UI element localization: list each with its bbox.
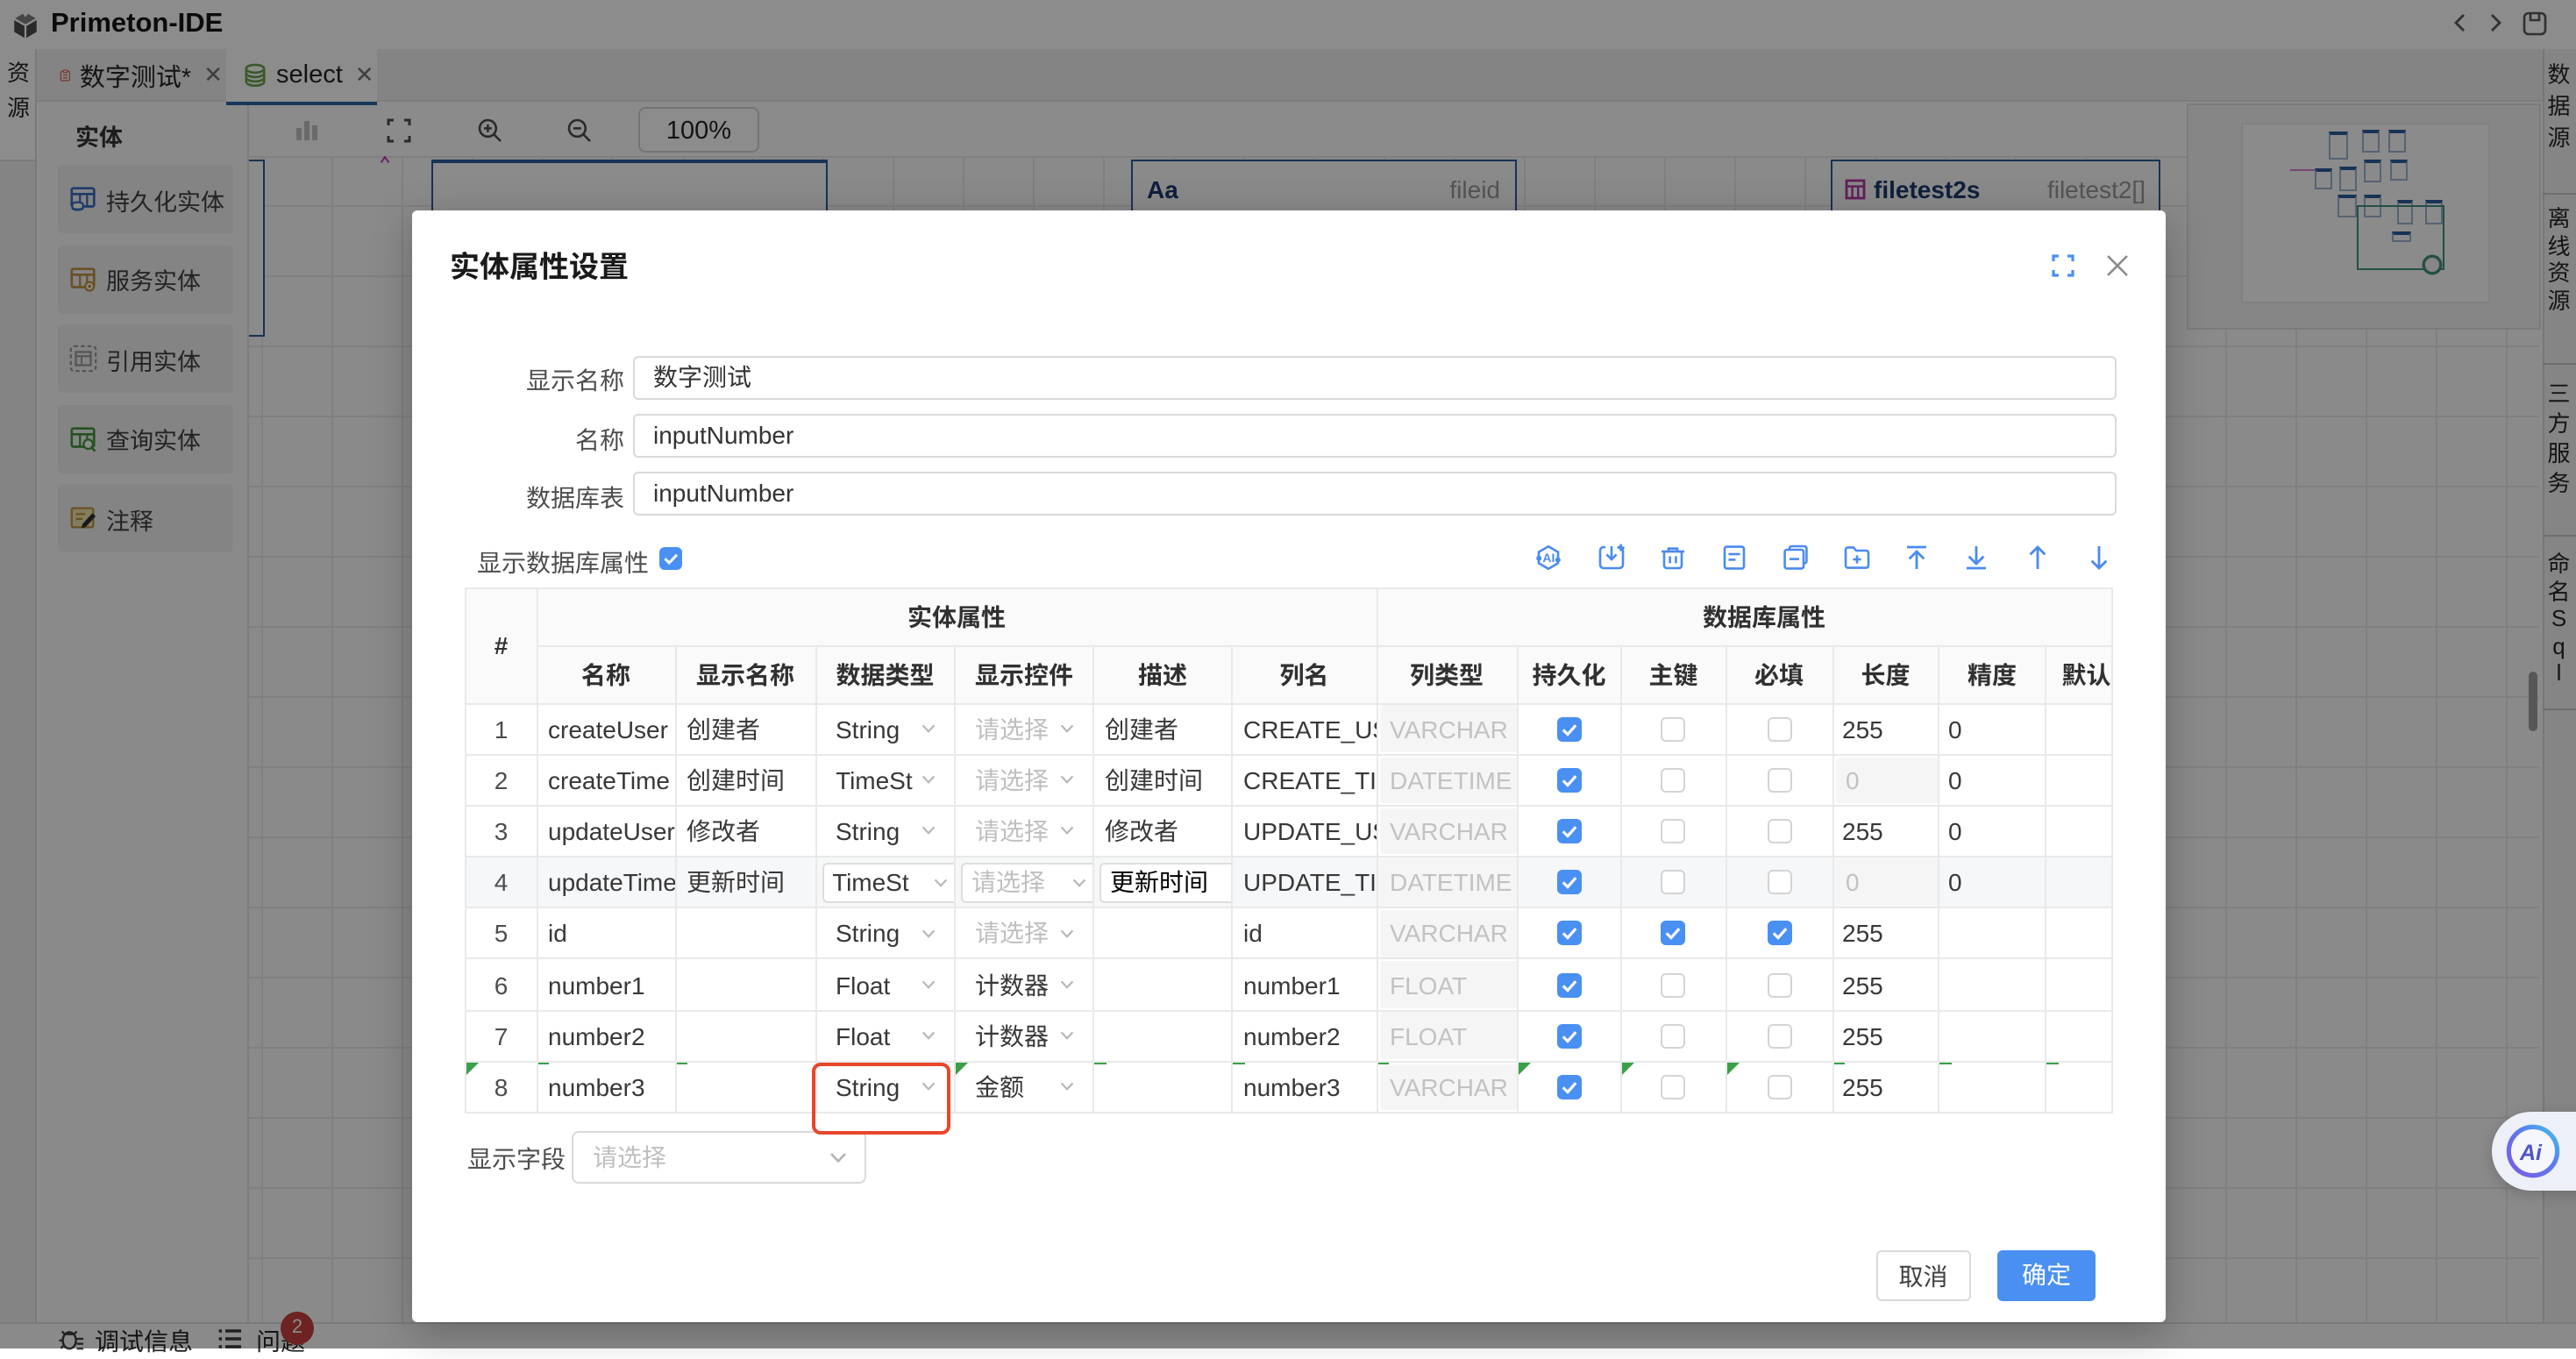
svg-text:Ai: Ai — [2518, 1140, 2542, 1164]
svg-text:AI: AI — [1542, 551, 1555, 565]
